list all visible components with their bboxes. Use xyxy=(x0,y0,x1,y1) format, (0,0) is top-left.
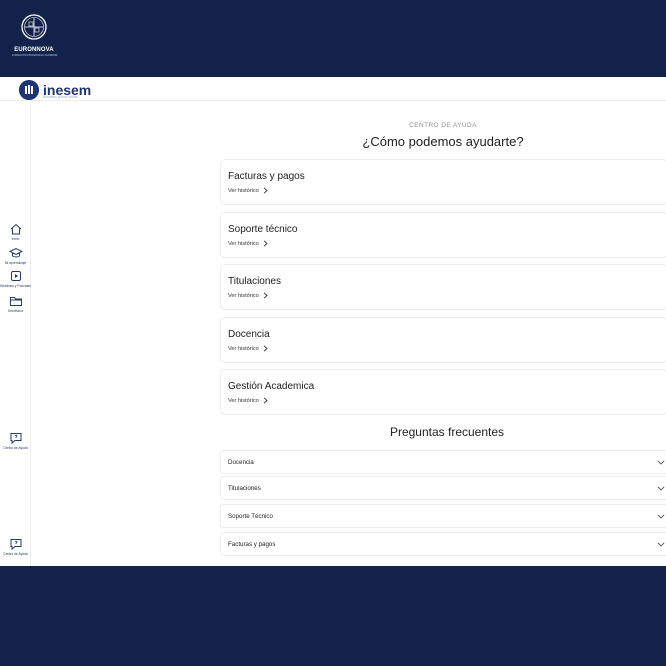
sidebar-item-webinars[interactable]: Webinars y Podcasts xyxy=(0,269,31,288)
euroinnova-brand-subtitle: FORMACIÓN PROFESIONAL SUPERIOR xyxy=(12,54,58,57)
faq-question: Facturas y pagos xyxy=(228,541,276,548)
faq-item-docencia[interactable]: Docencia xyxy=(220,450,666,474)
history-link-label: Ver histórico xyxy=(228,187,259,194)
chevron-down-icon xyxy=(657,542,665,547)
faq-question: Soporte Técnico xyxy=(228,513,273,520)
sidebar-item-inicio[interactable]: Inicio xyxy=(0,222,31,241)
sidebar-item-label: Mi aprendizaje xyxy=(4,261,27,265)
euroinnova-seal-icon xyxy=(21,14,47,40)
history-link-label: Ver histórico xyxy=(228,397,259,404)
chat-help-icon xyxy=(10,539,21,551)
chevron-right-icon xyxy=(263,345,268,352)
euroinnova-logo: EURONNOVA FORMACIÓN PROFESIONAL SUPERIOR xyxy=(12,14,58,57)
chevron-right-icon xyxy=(263,240,268,247)
graduation-cap-icon xyxy=(8,247,23,258)
faq-item-soporte[interactable]: Soporte Técnico xyxy=(220,504,666,528)
sidebar: Inicio Mi aprendizaje Webinars y Podcast… xyxy=(0,102,31,566)
category-card-titulaciones[interactable]: Titulaciones Ver histórico xyxy=(220,264,666,310)
history-link[interactable]: Ver histórico xyxy=(228,397,268,404)
help-center-kicker: CENTRO DE AYUDA xyxy=(409,122,477,129)
history-link[interactable]: Ver histórico xyxy=(228,292,268,299)
history-link[interactable]: Ver histórico xyxy=(228,240,268,247)
sidebar-item-centro-ayuda-bottom[interactable]: Centro de Ayuda xyxy=(0,537,31,556)
inesem-logo[interactable]: inesem Business school online xyxy=(19,80,91,100)
category-title: Gestión Academica xyxy=(228,381,315,392)
history-link-label: Ver histórico xyxy=(228,240,259,247)
inesem-tagline: Business school online xyxy=(43,95,78,99)
app-screen: inesem Business school online Inicio Mi … xyxy=(0,77,666,566)
home-icon xyxy=(10,223,21,235)
top-bar: inesem Business school online xyxy=(0,77,666,101)
category-title: Docencia xyxy=(228,329,270,340)
faq-title: Preguntas frecuentes xyxy=(389,425,505,439)
category-card-gestion[interactable]: Gestión Academica Ver histórico xyxy=(220,369,666,415)
euroinnova-brand-name: EURONNOVA xyxy=(14,47,54,53)
chevron-right-icon xyxy=(263,397,268,404)
sidebar-item-label: Centro de Ayuda xyxy=(3,552,28,556)
sidebar-item-label: Centro de Ayuda xyxy=(3,446,28,450)
category-title: Facturas y pagos xyxy=(228,171,305,182)
category-card-soporte[interactable]: Soporte técnico Ver histórico xyxy=(220,212,666,258)
faq-question: Docencia xyxy=(228,459,254,466)
folder-icon xyxy=(9,297,22,306)
faq-question: Titulaciones xyxy=(228,485,261,492)
faq-item-facturas[interactable]: Facturas y pagos xyxy=(220,532,666,556)
history-link-label: Ver histórico xyxy=(228,292,259,299)
chevron-right-icon xyxy=(263,187,268,194)
chevron-down-icon xyxy=(657,460,665,465)
category-card-facturas[interactable]: Facturas y pagos Ver histórico xyxy=(220,159,666,205)
sidebar-item-label: Webinars y Podcasts xyxy=(0,284,31,288)
category-card-docencia[interactable]: Docencia Ver histórico xyxy=(220,317,666,363)
history-link-label: Ver histórico xyxy=(228,345,259,352)
chat-help-icon xyxy=(10,433,21,445)
sidebar-item-secretaria[interactable]: Secretaría xyxy=(0,294,31,313)
page-title: ¿Cómo podemos ayudarte? xyxy=(362,134,524,149)
chevron-right-icon xyxy=(263,292,268,299)
play-video-icon xyxy=(10,271,21,281)
history-link[interactable]: Ver histórico xyxy=(228,187,268,194)
chevron-down-icon xyxy=(657,486,665,491)
sidebar-item-mi-aprendizaje[interactable]: Mi aprendizaje xyxy=(0,246,31,265)
category-title: Soporte técnico xyxy=(228,224,298,235)
inesem-mark-icon xyxy=(19,80,39,100)
chevron-down-icon xyxy=(657,514,665,519)
category-title: Titulaciones xyxy=(228,276,281,287)
sidebar-item-label: Inicio xyxy=(11,237,20,241)
faq-item-titulaciones[interactable]: Titulaciones xyxy=(220,476,666,500)
history-link[interactable]: Ver histórico xyxy=(228,345,268,352)
sidebar-item-centro-ayuda[interactable]: Centro de Ayuda xyxy=(0,431,31,450)
sidebar-item-label: Secretaría xyxy=(7,309,24,313)
